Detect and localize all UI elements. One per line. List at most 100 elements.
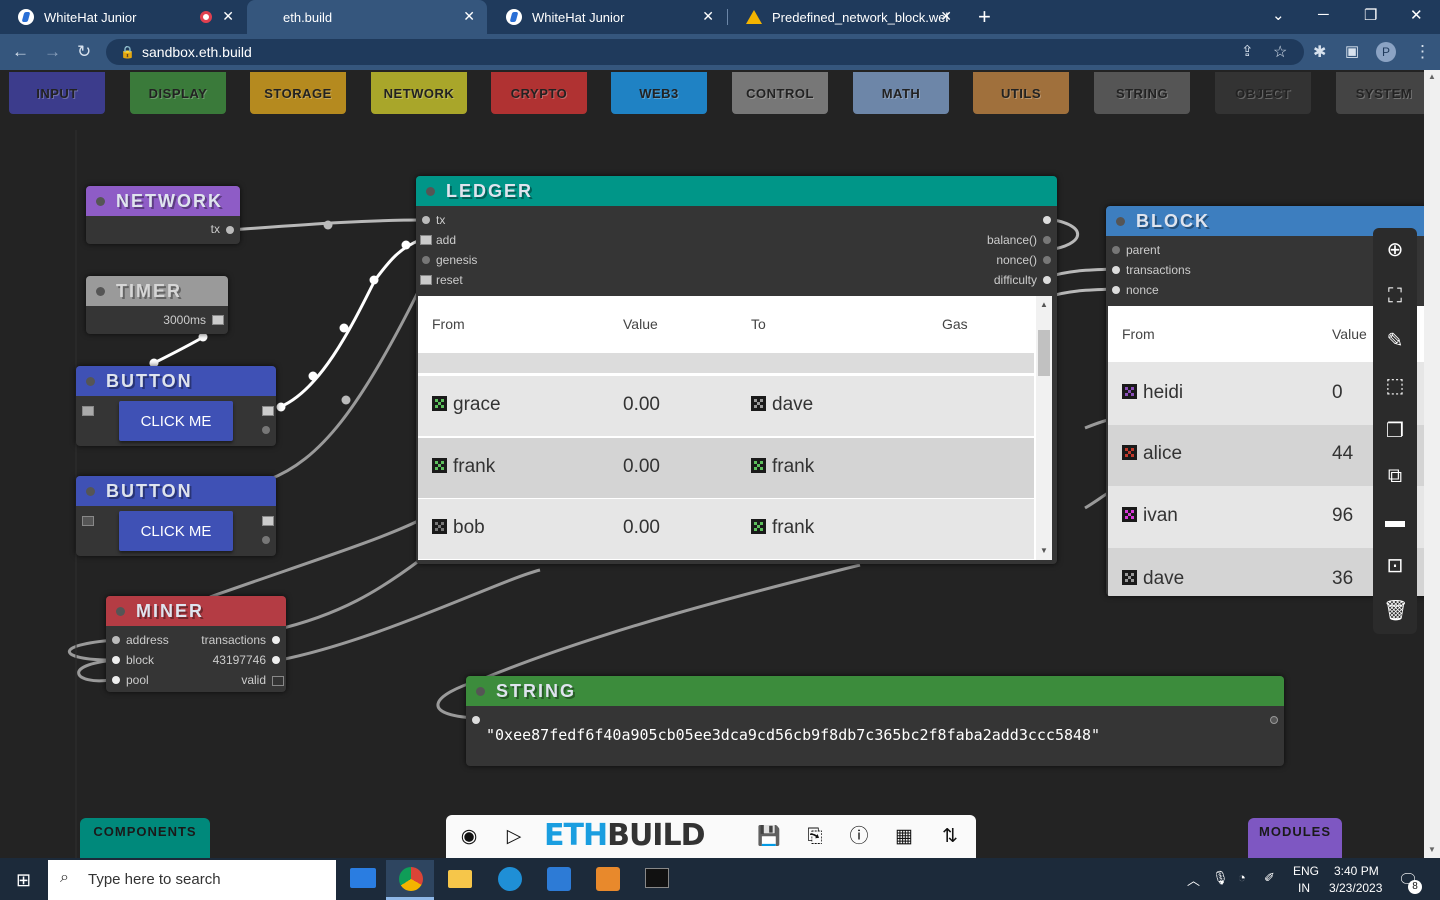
- omnibox[interactable]: [106, 39, 1304, 65]
- button-node-2[interactable]: BUTTON CLICK ME: [76, 476, 276, 556]
- sublime-icon[interactable]: [596, 867, 620, 891]
- tab-eth-build[interactable]: eth.build ✕: [247, 0, 487, 34]
- network-node[interactable]: NETWORK tx: [86, 186, 240, 244]
- new-tab-icon[interactable]: +: [978, 4, 991, 30]
- share-icon[interactable]: ⇪: [1241, 42, 1254, 60]
- category-system[interactable]: SYSTEM: [1336, 72, 1424, 114]
- comment-icon[interactable]: ▬: [1383, 509, 1407, 533]
- windows-start-icon[interactable]: ⊞: [16, 870, 31, 891]
- wifi-icon[interactable]: ◔: [1238, 870, 1246, 885]
- tab-search-chevron-icon[interactable]: ⌄: [1272, 6, 1285, 24]
- category-object[interactable]: OBJECT: [1215, 72, 1311, 114]
- reload-icon[interactable]: ↻: [77, 42, 91, 62]
- input-port[interactable]: [420, 235, 432, 245]
- language-code[interactable]: ENG: [1293, 864, 1319, 878]
- output-port[interactable]: [212, 315, 224, 325]
- input-port[interactable]: [82, 516, 94, 526]
- side-panel-icon[interactable]: ▣: [1345, 42, 1359, 60]
- node-title[interactable]: LEDGER: [416, 176, 1057, 206]
- edit-pencil-icon[interactable]: ✎: [1383, 329, 1407, 353]
- input-port[interactable]: [1112, 266, 1120, 274]
- add-node-icon[interactable]: ⊕: [1383, 238, 1407, 262]
- terminal-icon[interactable]: [645, 868, 669, 888]
- output-port[interactable]: [272, 676, 284, 686]
- table-row[interactable]: bob 0.00 frank: [418, 499, 1034, 559]
- input-port[interactable]: [82, 406, 94, 416]
- input-port[interactable]: [1112, 246, 1120, 254]
- output-port[interactable]: [272, 636, 280, 644]
- close-tab-icon[interactable]: ✕: [940, 8, 952, 25]
- scroll-down-icon[interactable]: ▼: [1428, 845, 1436, 854]
- group-icon[interactable]: ⊡: [1383, 554, 1407, 578]
- input-port[interactable]: [112, 636, 120, 644]
- node-title[interactable]: STRING: [466, 676, 1284, 706]
- output-port[interactable]: [262, 406, 274, 416]
- click-me-button[interactable]: CLICK ME: [119, 401, 233, 441]
- category-control[interactable]: CONTROL: [732, 72, 828, 114]
- file-explorer-icon[interactable]: [448, 870, 472, 888]
- bookmark-star-icon[interactable]: ☆: [1273, 42, 1287, 62]
- tray-chevron-icon[interactable]: ︿: [1187, 870, 1200, 889]
- category-math[interactable]: MATH: [853, 72, 949, 114]
- category-crypto[interactable]: CRYPTO: [491, 72, 587, 114]
- eth-build-logo[interactable]: ETHBUILD: [544, 818, 706, 853]
- output-port[interactable]: [262, 426, 270, 434]
- profile-avatar[interactable]: P: [1376, 42, 1396, 62]
- clock-time[interactable]: 3:40 PM: [1334, 864, 1379, 878]
- close-window-icon[interactable]: ✕: [1410, 6, 1423, 24]
- table-row[interactable]: grace 0.00 dave: [418, 376, 1034, 436]
- qr-code-icon[interactable]: ▦: [892, 825, 916, 849]
- node-canvas[interactable]: INPUT DISPLAY STORAGE NETWORK CRYPTO WEB3 CONT…: [0, 70, 1424, 858]
- input-port[interactable]: [422, 216, 430, 224]
- region-code[interactable]: IN: [1298, 881, 1310, 895]
- node-title[interactable]: BUTTON: [76, 476, 276, 506]
- tab-whitehat-1[interactable]: WhiteHat Junior ✕: [0, 0, 246, 34]
- input-port[interactable]: [422, 256, 430, 264]
- extensions-icon[interactable]: ✱: [1313, 42, 1326, 62]
- category-network[interactable]: NETWORK: [371, 72, 467, 114]
- node-title[interactable]: NETWORK: [86, 186, 240, 216]
- taskbar-search[interactable]: Type here to search: [48, 860, 336, 900]
- clock-date[interactable]: 3/23/2023: [1329, 881, 1382, 895]
- close-tab-icon[interactable]: ✕: [463, 8, 475, 25]
- timer-node[interactable]: TIMER 3000ms: [86, 276, 228, 334]
- fullscreen-icon[interactable]: ⛶: [1383, 284, 1407, 308]
- output-port[interactable]: [272, 656, 280, 664]
- input-port[interactable]: [1112, 286, 1120, 294]
- tab-drive-file[interactable]: Predefined_network_block.weblo ✕: [728, 0, 964, 34]
- copy-icon[interactable]: ❐: [1383, 419, 1407, 443]
- tab-whitehat-2[interactable]: WhiteHat Junior ✕: [488, 0, 726, 34]
- node-title[interactable]: MINER: [106, 596, 286, 626]
- load-icon[interactable]: ⎘: [803, 825, 827, 849]
- input-port[interactable]: [112, 676, 120, 684]
- category-input[interactable]: INPUT: [9, 72, 105, 114]
- output-port[interactable]: [226, 226, 234, 234]
- store-icon[interactable]: [547, 867, 571, 891]
- category-utils[interactable]: UTILS: [973, 72, 1069, 114]
- scroll-thumb[interactable]: [1038, 330, 1050, 376]
- input-port[interactable]: [472, 716, 480, 724]
- back-icon[interactable]: ←: [12, 42, 29, 62]
- menu-kebab-icon[interactable]: ⋮: [1414, 42, 1431, 62]
- play-icon[interactable]: ▷: [502, 825, 526, 849]
- eye-icon[interactable]: ◉: [457, 825, 481, 849]
- output-port[interactable]: [262, 516, 274, 526]
- category-storage[interactable]: STORAGE: [250, 72, 346, 114]
- close-tab-icon[interactable]: ✕: [702, 8, 714, 25]
- ledger-scrollbar[interactable]: ▲ ▼: [1036, 296, 1052, 560]
- scroll-up-icon[interactable]: ▲: [1428, 72, 1436, 81]
- category-string[interactable]: STRING: [1094, 72, 1190, 114]
- modules-button[interactable]: MODULES: [1248, 818, 1342, 858]
- info-icon[interactable]: ⓘ: [847, 825, 871, 849]
- forward-icon[interactable]: →: [44, 42, 61, 62]
- click-me-button[interactable]: CLICK ME: [119, 511, 233, 551]
- scroll-down-icon[interactable]: ▼: [1040, 546, 1048, 555]
- output-port[interactable]: [1043, 236, 1051, 244]
- ledger-node[interactable]: LEDGER tx add genesis reset balance() no…: [416, 176, 1057, 564]
- node-title[interactable]: BUTTON: [76, 366, 276, 396]
- category-web3[interactable]: WEB3: [611, 72, 707, 114]
- url-text[interactable]: sandbox.eth.build: [142, 44, 252, 60]
- save-icon[interactable]: 💾: [757, 825, 781, 849]
- output-port[interactable]: [1043, 276, 1051, 284]
- delete-trash-icon[interactable]: 🗑: [1383, 599, 1408, 623]
